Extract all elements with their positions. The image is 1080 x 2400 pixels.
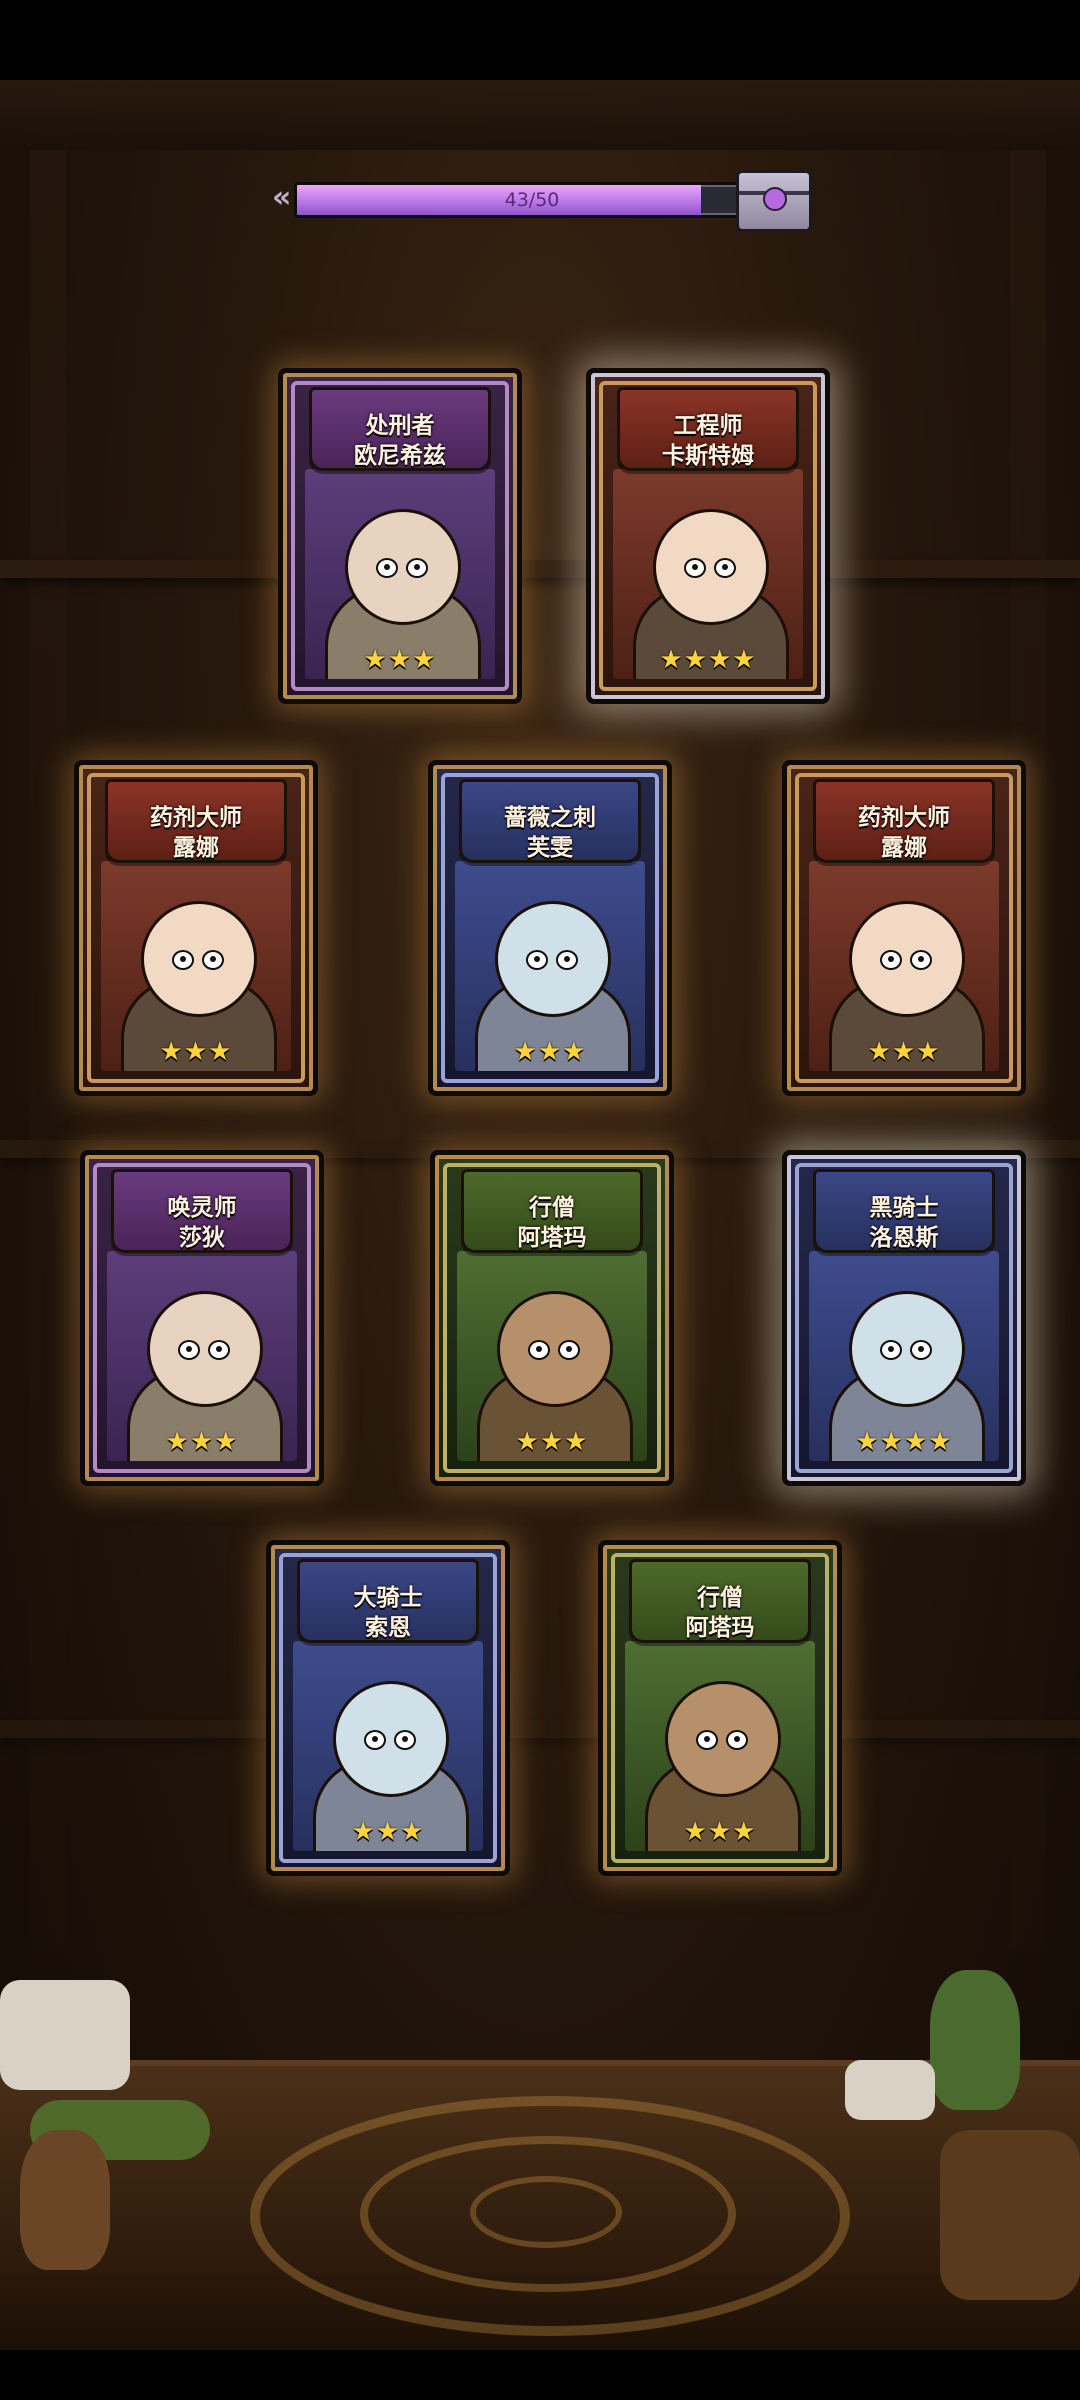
hero-card[interactable]: 黑骑士 洛恩斯 ★★★★ [782,1150,1026,1486]
character-eye [526,950,548,970]
character-eye [556,950,578,970]
card-title-banner: 大骑士 索恩 [297,1559,479,1643]
background-beam [30,150,66,1950]
character-eye [376,558,398,578]
background-shelf [0,1720,1080,1738]
navigation-bar-area [0,2350,1080,2400]
card-title-banner: 药剂大师 露娜 [105,779,287,863]
character-head [495,901,611,1017]
star-rating: ★★★ [683,1817,757,1847]
star-rating: ★★★★ [855,1427,953,1457]
character-eye [178,1340,200,1360]
card-title-banner: 行僧 阿塔玛 [629,1559,811,1643]
card-title-banner: 蔷薇之刺 芙雯 [459,779,641,863]
treasure-chest-icon[interactable] [736,170,812,232]
hero-title: 工程师 [673,413,743,439]
chest-lock-icon [763,187,787,211]
character-eye [406,558,428,578]
hero-card[interactable]: 蔷薇之刺 芙雯 ★★★ [428,760,672,1096]
hero-title: 药剂大师 [150,805,242,831]
card-title-banner: 唤灵师 莎狄 [111,1169,293,1253]
hero-title: 药剂大师 [858,805,950,831]
hero-name: 索恩 [365,1615,411,1641]
hero-title: 处刑者 [365,413,435,439]
hero-card[interactable]: 工程师 卡斯特姆 ★★★★ [586,368,830,704]
hero-title: 大骑士 [353,1585,423,1611]
character-eye [696,1730,718,1750]
barrel-decoration [940,2130,1080,2300]
character-head [345,509,461,625]
character-eye [726,1730,748,1750]
character-head [849,901,965,1017]
hero-card[interactable]: 唤灵师 莎狄 ★★★ [80,1150,324,1486]
card-title-banner: 工程师 卡斯特姆 [617,387,799,471]
character-head [333,1681,449,1797]
card-title-banner: 黑骑士 洛恩斯 [813,1169,995,1253]
summon-result-screen: « 43/50 处刑者 欧尼希兹 ★★★ 工程师 卡斯特姆 ★★★★ 药剂大师 … [0,0,1080,2400]
character-eye [910,1340,932,1360]
star-rating: ★★★ [513,1037,587,1067]
character-eye [208,1340,230,1360]
hero-name: 欧尼希兹 [354,443,446,469]
star-rating: ★★★ [165,1427,239,1457]
star-rating: ★★★ [363,645,437,675]
star-rating: ★★★ [159,1037,233,1067]
character-eye [684,558,706,578]
background-shelf [0,560,1080,578]
hero-name: 阿塔玛 [517,1225,587,1251]
character-head [849,1291,965,1407]
character-eye [202,950,224,970]
character-eye [880,950,902,970]
table-rune-circle [470,2176,622,2248]
hero-name: 莎狄 [179,1225,225,1251]
character-head [147,1291,263,1407]
background-beam [0,80,1080,150]
summon-progress-bar: « 43/50 [272,170,812,232]
character-eye [172,950,194,970]
candle-decoration [0,1980,130,2090]
hero-name: 露娜 [173,835,219,861]
hero-card[interactable]: 行僧 阿塔玛 ★★★ [430,1150,674,1486]
character-eye [558,1340,580,1360]
hero-name: 露娜 [881,835,927,861]
hero-card[interactable]: 处刑者 欧尼希兹 ★★★ [278,368,522,704]
hero-name: 卡斯特姆 [662,443,754,469]
card-title-banner: 行僧 阿塔玛 [461,1169,643,1253]
hero-card[interactable]: 药剂大师 露娜 ★★★ [74,760,318,1096]
character-head [141,901,257,1017]
character-head [653,509,769,625]
hero-card[interactable]: 大骑士 索恩 ★★★ [266,1540,510,1876]
character-eye [880,1340,902,1360]
hero-title: 黑骑士 [869,1195,939,1221]
character-head [665,1681,781,1797]
hero-title: 蔷薇之刺 [504,805,596,831]
bell-decoration [20,2130,110,2270]
hero-title: 唤灵师 [167,1195,237,1221]
character-eye [364,1730,386,1750]
hero-card[interactable]: 药剂大师 露娜 ★★★ [782,760,1026,1096]
hero-name: 洛恩斯 [869,1225,939,1251]
star-rating: ★★★★ [659,645,757,675]
star-rating: ★★★ [867,1037,941,1067]
hero-card[interactable]: 行僧 阿塔玛 ★★★ [598,1540,842,1876]
character-head [497,1291,613,1407]
card-title-banner: 药剂大师 露娜 [813,779,995,863]
candle-decoration [845,2060,935,2120]
hero-title: 行僧 [529,1195,575,1221]
hero-title: 行僧 [697,1585,743,1611]
card-title-banner: 处刑者 欧尼希兹 [309,387,491,471]
character-eye [714,558,736,578]
status-bar-area [0,0,1080,80]
progress-track: 43/50 [294,182,770,218]
progress-count: 43/50 [504,189,560,211]
star-rating: ★★★ [515,1427,589,1457]
character-eye [394,1730,416,1750]
hero-name: 芙雯 [527,835,573,861]
bottle-decoration [930,1970,1020,2110]
character-eye [910,950,932,970]
character-eye [528,1340,550,1360]
hero-name: 阿塔玛 [685,1615,755,1641]
star-rating: ★★★ [351,1817,425,1847]
